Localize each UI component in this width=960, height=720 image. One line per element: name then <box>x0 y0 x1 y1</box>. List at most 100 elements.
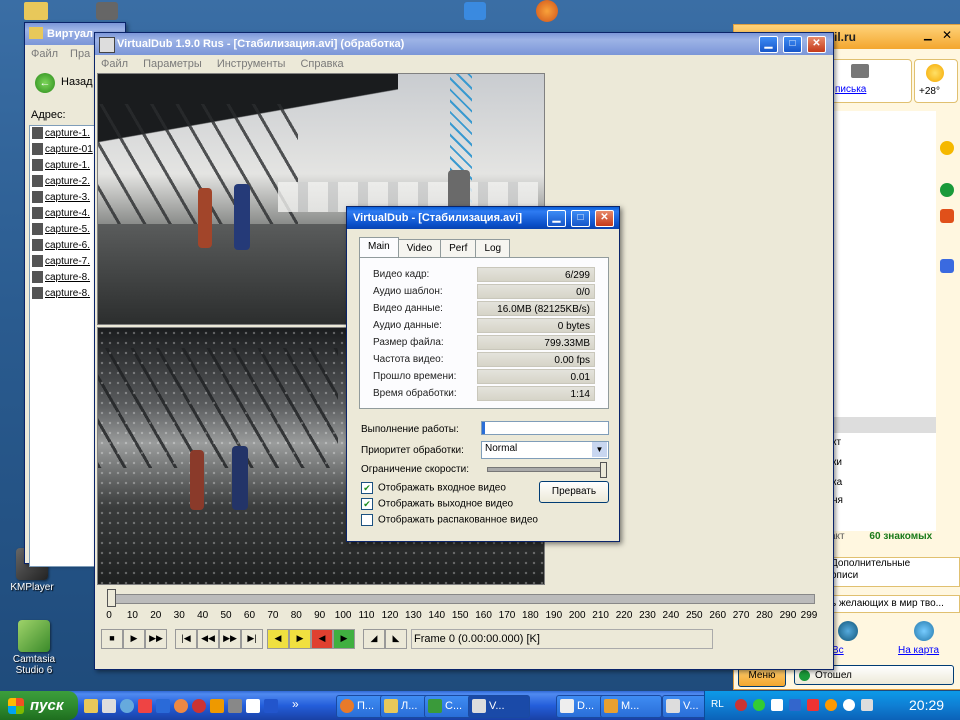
minimize-button[interactable]: ▁ <box>547 210 566 227</box>
at-icon[interactable] <box>940 183 954 197</box>
step-forward-icon[interactable]: ▶▶ <box>219 629 241 649</box>
next-key-icon[interactable]: ▶ <box>289 629 311 649</box>
quicklaunch-icon[interactable] <box>138 699 152 713</box>
quicklaunch-icon[interactable] <box>210 699 224 713</box>
list-item[interactable]: capture-01 <box>30 142 94 158</box>
checkbox-box[interactable]: ✔ <box>361 482 373 494</box>
taskbar-item[interactable]: М... <box>600 695 662 718</box>
agent-selected-row[interactable] <box>830 417 936 433</box>
quicklaunch-icon[interactable] <box>102 699 116 713</box>
maximize-button[interactable]: □ <box>571 210 590 227</box>
quicklaunch-icon[interactable] <box>228 699 242 713</box>
list-item[interactable]: capture-2. <box>30 174 94 190</box>
chevron-right-icon[interactable]: » <box>292 697 299 711</box>
tray-icon[interactable] <box>843 699 855 711</box>
agent-weather[interactable]: +28° <box>914 59 958 103</box>
taskbar-item[interactable]: V... <box>468 695 530 718</box>
quicklaunch-icon[interactable] <box>120 699 134 713</box>
play-input-icon[interactable]: ▶ <box>123 629 145 649</box>
tray-icon[interactable] <box>753 699 765 711</box>
tray-icon[interactable] <box>861 699 873 711</box>
language-indicator[interactable]: RL <box>711 699 724 710</box>
network-icon[interactable] <box>464 2 486 20</box>
step-back-icon[interactable]: ◀◀ <box>197 629 219 649</box>
close-button[interactable]: ✕ <box>807 36 826 53</box>
agent-mail-button[interactable]: писька <box>830 59 912 103</box>
desktop-icon-camtasia[interactable]: Camtasia Studio 6 <box>4 620 64 676</box>
minimize-icon[interactable]: ▁ <box>924 30 932 41</box>
tab-perf[interactable]: Perf <box>440 239 477 257</box>
go-start-icon[interactable]: |◀ <box>175 629 197 649</box>
folder-icon[interactable] <box>24 2 48 20</box>
camera-icon[interactable] <box>96 2 118 20</box>
go-end-icon[interactable]: ▶| <box>241 629 263 649</box>
start-button[interactable]: пуск <box>0 691 78 720</box>
prev-scene-icon[interactable]: ◀ <box>311 629 333 649</box>
menu-tools[interactable]: Инструменты <box>217 58 286 70</box>
agent-link-left[interactable]: Вс <box>830 619 870 659</box>
quicklaunch-icon[interactable] <box>264 699 278 713</box>
list-item[interactable]: capture-5. <box>30 222 94 238</box>
virtualdub-titlebar[interactable]: VirtualDub 1.9.0 Rus - [Стабилизация.avi… <box>95 33 833 55</box>
minimize-button[interactable]: ▁ <box>759 36 778 53</box>
agent-ad-1[interactable]: Дополнительные описи <box>830 557 960 587</box>
tray-icon[interactable] <box>807 699 819 711</box>
quicklaunch-icon[interactable] <box>84 699 98 713</box>
checkbox-box[interactable] <box>361 514 373 526</box>
quicklaunch-icon[interactable] <box>156 699 170 713</box>
list-item[interactable]: capture-6. <box>30 238 94 254</box>
timeline-thumb[interactable] <box>107 589 116 607</box>
agent-status-right[interactable]: 60 знакомых <box>869 531 932 542</box>
timeline-track[interactable] <box>107 594 815 604</box>
checkbox-box[interactable]: ✔ <box>361 498 373 510</box>
play-output-icon[interactable]: ▶▶ <box>145 629 167 649</box>
list-item[interactable]: capture-8. <box>30 270 94 286</box>
timeline-tick-label: 30 <box>173 610 185 621</box>
speed-slider[interactable] <box>487 462 607 478</box>
status-dialog-titlebar[interactable]: VirtualDub - [Стабилизация.avi] ▁ □ ✕ <box>347 207 619 229</box>
menu-options[interactable]: Параметры <box>143 58 202 70</box>
checkbox-input-video[interactable]: ✔ Отображать входное видео <box>361 482 506 494</box>
maximize-button[interactable]: □ <box>783 36 802 53</box>
menu-help[interactable]: Справка <box>300 58 343 70</box>
menu-item[interactable]: Файл <box>31 48 58 60</box>
list-item[interactable]: capture-8. <box>30 286 94 302</box>
mark-out-icon[interactable]: ◣ <box>385 629 407 649</box>
group-icon[interactable] <box>940 259 954 273</box>
quicklaunch-icon[interactable] <box>192 699 206 713</box>
tray-icon[interactable] <box>735 699 747 711</box>
list-item[interactable]: capture-4. <box>30 206 94 222</box>
list-item[interactable]: capture-3. <box>30 190 94 206</box>
abort-button[interactable]: Прервать <box>539 481 609 503</box>
butterfly-icon[interactable] <box>940 209 954 223</box>
quicklaunch-icon[interactable] <box>246 699 260 713</box>
tray-icon[interactable] <box>771 699 783 711</box>
close-button[interactable]: ✕ <box>595 210 614 227</box>
next-scene-icon[interactable]: ▶ <box>333 629 355 649</box>
priority-select[interactable]: Normal ▼ <box>481 441 609 459</box>
firefox-icon[interactable] <box>536 0 558 22</box>
close-icon[interactable]: ✕ <box>942 28 952 42</box>
chevron-down-icon[interactable]: ▼ <box>592 442 607 457</box>
stop-icon[interactable]: ■ <box>101 629 123 649</box>
tray-icon[interactable] <box>825 699 837 711</box>
tab-log[interactable]: Log <box>475 239 511 257</box>
quicklaunch-icon[interactable] <box>174 699 188 713</box>
mark-in-icon[interactable]: ◢ <box>363 629 385 649</box>
list-item[interactable]: capture-1. <box>30 158 94 174</box>
speed-slider-thumb[interactable] <box>600 462 607 478</box>
checkbox-output-video[interactable]: ✔ Отображать выходное видео <box>361 498 513 510</box>
menu-item[interactable]: Пра <box>70 48 90 60</box>
checkbox-decompressed-video[interactable]: Отображать распакованное видео <box>361 514 538 526</box>
tray-icon[interactable] <box>789 699 801 711</box>
clock[interactable]: 20:29 <box>909 697 944 713</box>
agent-link-map[interactable]: На карта <box>894 619 954 659</box>
tab-video[interactable]: Video <box>397 239 442 257</box>
list-item[interactable]: capture-7. <box>30 254 94 270</box>
list-item[interactable]: capture-1. <box>30 126 94 142</box>
menu-file[interactable]: Файл <box>101 58 128 70</box>
tab-main[interactable]: Main <box>359 237 399 257</box>
agent-ad-2[interactable]: ь желающих в мир тво... <box>830 595 960 613</box>
smile-icon[interactable] <box>940 141 954 155</box>
prev-key-icon[interactable]: ◀ <box>267 629 289 649</box>
